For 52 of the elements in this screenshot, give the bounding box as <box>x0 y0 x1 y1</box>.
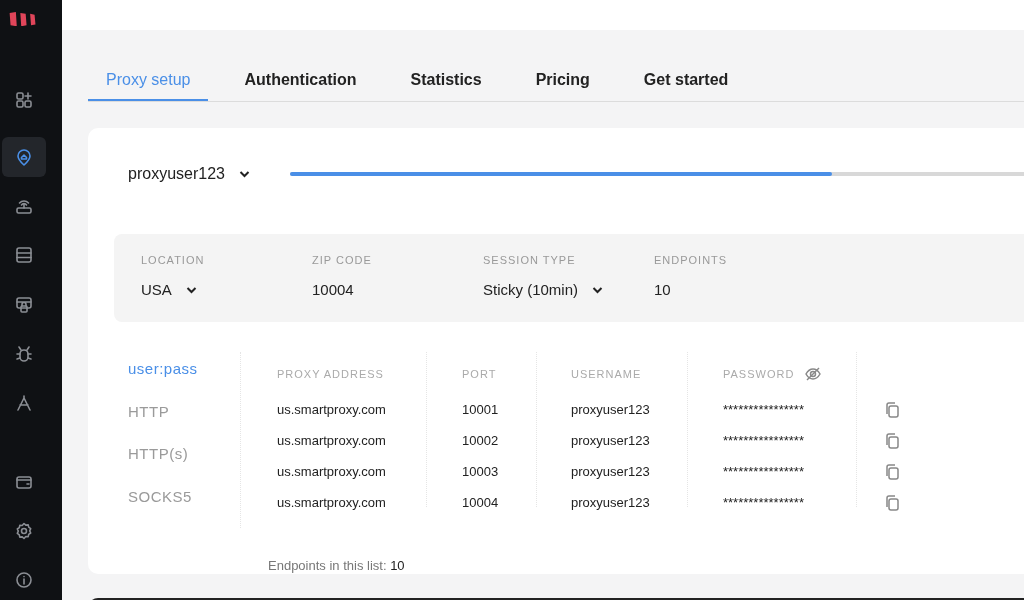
chevron-icon <box>185 285 197 294</box>
table-cell-text: **************** <box>723 431 805 450</box>
table-cell-text: us.smartproxy.com <box>277 462 387 481</box>
table-cell-text: proxyuser123 <box>571 400 651 419</box>
copy-icon <box>883 462 901 481</box>
location-pin-icon <box>14 147 34 167</box>
table-cell-text: 10003 <box>462 462 500 481</box>
settings-icon <box>14 521 34 542</box>
table-cell-text: proxyuser123 <box>571 462 651 481</box>
table-cell-text: proxyuser123 <box>571 493 651 512</box>
table-cell-text: proxyuser123 <box>571 431 651 450</box>
tab[interactable]: Statistics <box>392 61 500 101</box>
sidebar-item[interactable] <box>2 137 46 177</box>
chevron-icon <box>592 285 604 294</box>
server-icon <box>14 245 34 266</box>
endpoints-count: Endpoints in this list: 10 <box>268 557 406 575</box>
field-label: ZIP CODE <box>312 253 373 268</box>
compass-icon <box>14 392 34 413</box>
field-value: 10004 <box>312 279 355 300</box>
column-header: PORT <box>462 366 497 382</box>
dropdown[interactable]: Sticky (10min) <box>483 278 604 301</box>
dropdown[interactable]: USA <box>141 278 197 301</box>
field-label: LOCATION <box>141 253 206 268</box>
copy-icon <box>883 493 901 512</box>
table-cell-text: us.smartproxy.com <box>277 493 387 512</box>
field-label: SESSION TYPE <box>483 253 577 268</box>
tab[interactable]: Authentication <box>226 61 375 101</box>
table-cell-text: 10001 <box>462 400 500 419</box>
copy-icon <box>883 400 901 419</box>
user-dropdown[interactable]: proxyuser123 <box>128 162 250 186</box>
field-label: ENDPOINTS <box>654 253 729 268</box>
lock-screen-icon <box>14 294 34 315</box>
table-cell-text: **************** <box>723 400 805 419</box>
bug-icon <box>14 343 34 364</box>
tab[interactable]: Get started <box>625 61 747 101</box>
table-cell-text: us.smartproxy.com <box>277 431 387 450</box>
copy-icon <box>883 431 901 450</box>
table-cell-text: **************** <box>723 462 805 481</box>
eye-slash-icon[interactable] <box>804 365 823 383</box>
table-cell-text: **************** <box>723 493 805 512</box>
info-icon <box>14 570 34 591</box>
tab[interactable]: Pricing <box>517 61 608 101</box>
table-cell-text: 10002 <box>462 431 500 450</box>
column-header: PASSWORD <box>723 366 795 382</box>
table-cell-text: 10004 <box>462 493 500 512</box>
column-header: USERNAME <box>571 366 642 382</box>
table-cell-text: us.smartproxy.com <box>277 400 387 419</box>
logo-icon <box>8 12 38 27</box>
column-header: PROXY ADDRESS <box>277 366 384 382</box>
field-value: 10 <box>654 279 672 300</box>
chevron-icon <box>238 170 250 178</box>
grid-plus-icon <box>14 89 34 110</box>
